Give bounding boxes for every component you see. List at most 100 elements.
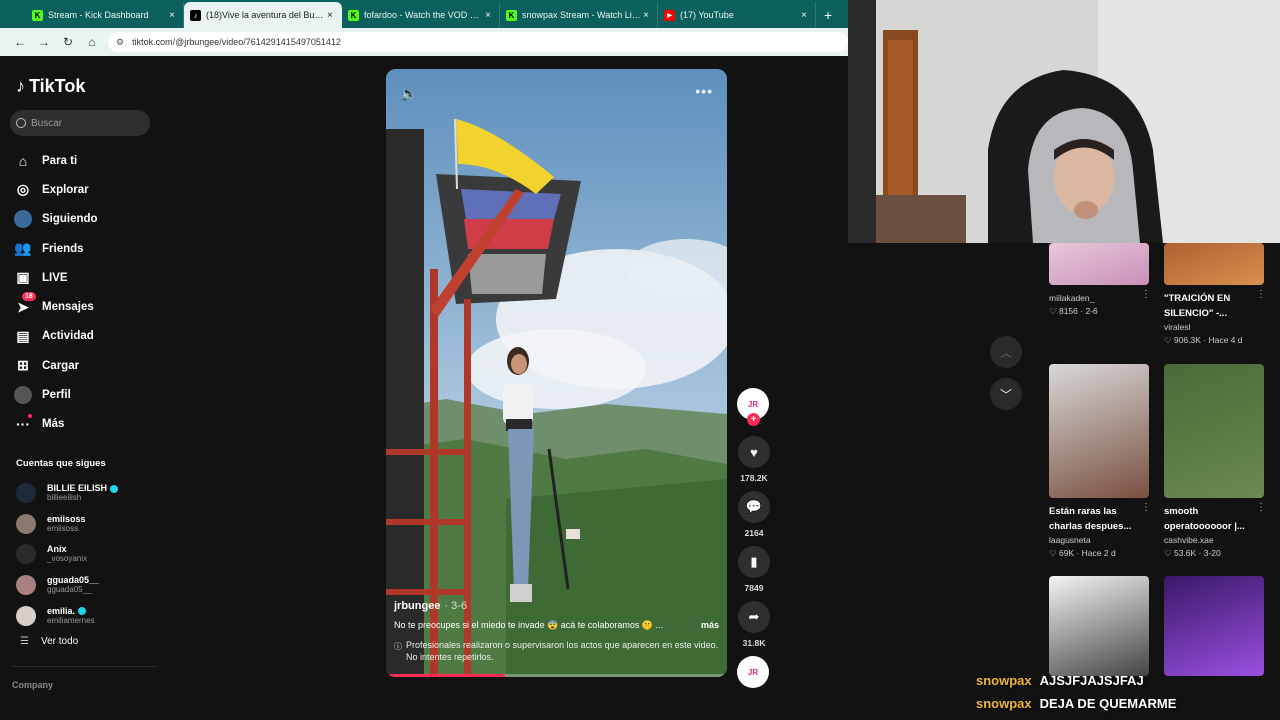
video-card[interactable]: ⋮ miilakaden_ ♡ 8156 · 2-6 [1049,243,1151,317]
sidebar-item-label: Explorar [42,183,89,196]
like-button[interactable]: ♥ 178.2K [737,436,771,483]
tab-label: (17) YouTube [680,10,734,20]
site-info-icon[interactable]: ⚙ [116,37,124,48]
share-icon: ➦ [738,601,770,633]
browser-tab[interactable]: Ksnowpax Stream - Watch Live on Kick× [500,2,658,28]
tab-label: fofardoo - Watch the VOD on Kick [364,10,483,20]
compass-icon: ◎ [16,181,30,198]
tab-label: Stream - Kick Dashboard [48,10,149,20]
video-card[interactable] [1049,576,1151,676]
avatar [16,575,36,596]
forward-icon[interactable]: → [32,35,56,49]
sidebar-item-label: Actividad [42,330,94,343]
comment-icon: 💬 [738,491,770,523]
sidebar-item-mensajes[interactable]: ➤ 18 Mensajes [14,292,164,321]
tiktok-logo[interactable]: ♪ TikTok [16,76,85,97]
display-name-text: BILLIE EILISH [47,483,108,494]
card-more-icon[interactable]: ⋮ [1256,289,1266,300]
video-thumbnail[interactable] [1049,576,1149,676]
video-thumbnail[interactable] [1164,364,1264,498]
close-tab-icon[interactable]: × [167,10,177,21]
browser-tab[interactable]: Kfofardoo - Watch the VOD on Kick× [342,2,500,28]
list-icon: ☰ [20,636,29,647]
following-item[interactable]: BILLIE EILISH billieeilish [16,478,166,509]
sidebar-item-cargar[interactable]: ⊞ Cargar [14,351,164,380]
following-item[interactable]: gguada05__ gguada05__ [16,570,166,601]
url-text: tiktok.com/@jrbungee/video/7614291415497… [132,37,341,47]
comment-button[interactable]: 💬 2164 [737,491,771,538]
browser-tab-bar: K Stream - Kick Dashboard × ♪ (18)Vive la av… [0,0,848,28]
home-icon[interactable]: ⌂ [80,35,104,49]
browser-tab[interactable]: K Stream - Kick Dashboard × [26,2,184,28]
search-box[interactable] [10,110,150,136]
sidebar-item-siguiendo[interactable]: ● Siguiendo [14,205,164,234]
video-card[interactable]: ⋮ "TRAICIÓN EN SILENCIO" -... viralesl ♡ 90… [1164,243,1266,346]
video-thumbnail[interactable] [1164,243,1264,285]
comment-count: 2164 [744,528,764,538]
search-icon [16,118,26,128]
following-username: _vosoyanix [47,554,88,564]
sidebar-item-friends[interactable]: 👥 Friends [14,234,164,263]
new-tab-button[interactable]: + [816,7,840,28]
following-names: Anix _vosoyanix [47,544,87,564]
chevron-down-icon: ﹀ [999,387,1012,402]
sidebar-item-actividad[interactable]: ▤ Actividad [14,322,164,351]
back-icon[interactable]: ← [8,35,32,49]
video-card[interactable] [1164,576,1266,676]
video-thumbnail[interactable] [1164,576,1264,676]
card-more-icon[interactable]: ⋮ [1141,502,1151,513]
more-options-icon[interactable]: ••• [695,83,713,99]
sidebar-item-m-s[interactable]: ··· Más [14,410,164,439]
sound-avatar[interactable]: JR [737,656,769,688]
sidebar-item-explorar[interactable]: ◎ Explorar [14,175,164,204]
see-all-link[interactable]: ☰ Ver todo [20,636,78,647]
share-button[interactable]: ➦ 31.8K [737,601,771,648]
reload-icon[interactable]: ↻ [56,35,80,49]
video-card[interactable]: ⋮ smooth operatoooooor |... cashvibe.xae ♡ … [1164,364,1266,559]
search-input[interactable] [31,117,141,129]
close-tab-icon[interactable]: × [483,10,493,21]
following-display-name: emilia. [47,606,95,616]
video-progress-bar[interactable] [386,674,727,677]
video-player[interactable]: 🔈 ••• jrbungee · 3-6 No te preocupes si e… [386,69,727,677]
video-meta: ♡ 53.6K · 3-20 [1164,548,1221,558]
company-link[interactable]: Company [12,680,53,690]
video-thumbnail[interactable] [1049,243,1149,285]
safety-notice: ⓘ Profesionales realizaron o supervisaron… [394,639,719,663]
card-more-icon[interactable]: ⋮ [1141,289,1151,300]
home-icon: ⌂ [18,152,28,169]
video-date: · 3-6 [444,600,468,612]
progress-fill [386,674,506,677]
previous-video-button[interactable]: ︿ [990,336,1022,368]
video-thumbnail[interactable] [1049,364,1149,498]
browser-tab[interactable]: ▶ (17) YouTube × [658,2,816,28]
card-more-icon[interactable]: ⋮ [1256,502,1266,513]
video-author[interactable]: laagusneta [1049,535,1151,545]
video-author[interactable]: miilakaden_ [1049,293,1151,303]
webcam-image [848,0,1280,243]
following-item[interactable]: emilia. emiliamernes [16,600,166,631]
friends-icon: 👥 [14,240,32,257]
video-author[interactable]: jrbungee · 3-6 [394,600,719,612]
url-field[interactable]: ⚙ tiktok.com/@jrbungee/video/76142914154… [108,32,848,52]
next-video-button[interactable]: ﹀ [990,378,1022,410]
caption-more-button[interactable]: más [701,620,719,631]
browser-tab[interactable]: ♪ (18)Vive la aventura del Bungee × [184,2,342,28]
close-tab-icon[interactable]: × [799,10,809,21]
following-username: billieeilish [47,493,82,503]
save-button[interactable]: ▮ 7849 [737,546,771,593]
close-tab-icon[interactable]: × [641,10,651,21]
follow-plus-icon[interactable]: + [747,413,760,426]
sidebar-item-para-ti[interactable]: ⌂ Para ti [14,146,164,175]
sidebar-item-live[interactable]: ▣ LIVE [14,263,164,292]
sidebar-item-perfil[interactable]: ● Perfil [14,380,164,409]
following-heading: Cuentas que sigues [16,458,106,469]
close-tab-icon[interactable]: × [325,10,335,21]
following-item[interactable]: emiisoss emiisoss [16,509,166,540]
video-author[interactable]: cashvibe.xae [1164,535,1266,545]
volume-icon[interactable]: 🔈 [400,85,417,102]
video-card[interactable]: ⋮ Están raras las charlas despues... laagu… [1049,364,1151,559]
following-item[interactable]: Anix _vosoyanix [16,539,166,570]
video-author[interactable]: viralesl [1164,322,1266,332]
creator-avatar[interactable]: JR + [737,388,769,426]
